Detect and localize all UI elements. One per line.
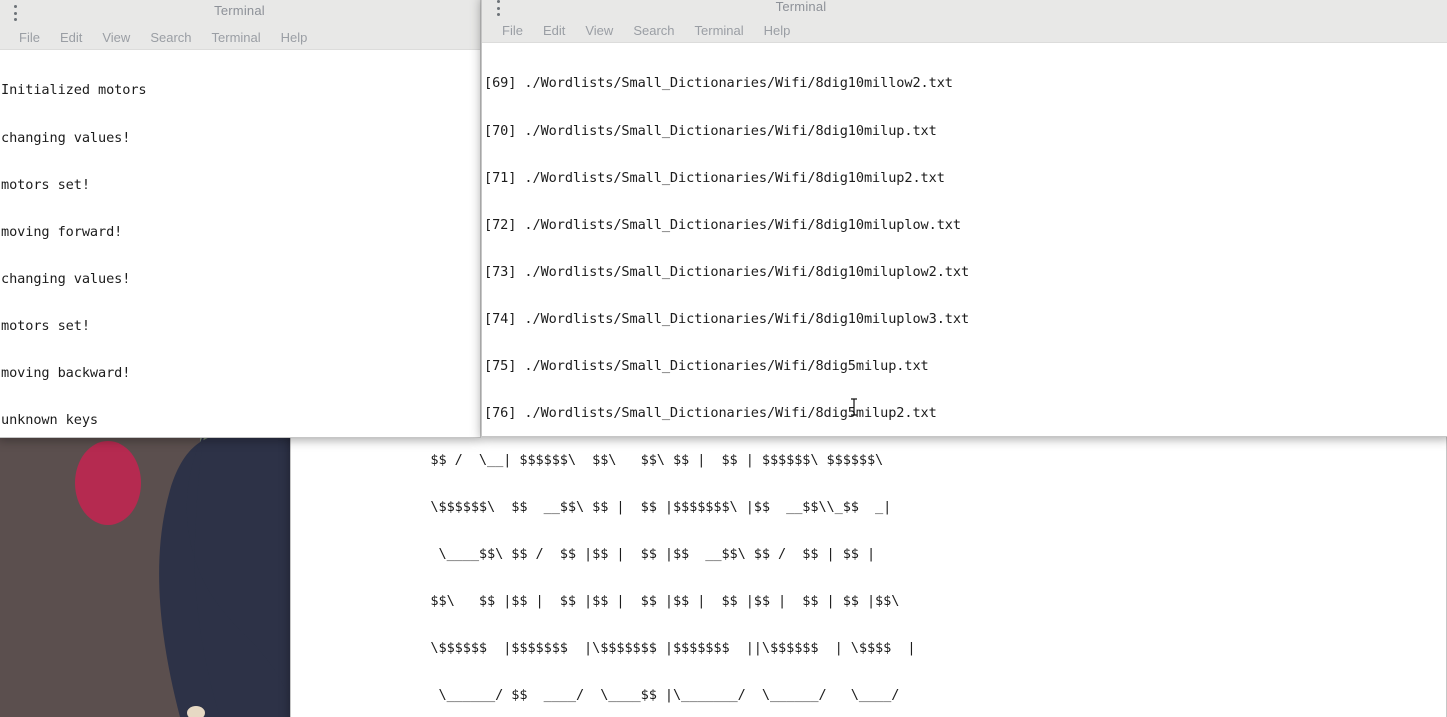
menu-kebab-icon[interactable] [13,5,17,21]
terminal-line: moving forward! [1,223,123,240]
terminal-window-wordlists[interactable]: Terminal File Edit View Search Terminal … [481,0,1447,437]
menu-item-terminal[interactable]: Terminal [685,19,754,42]
titlebar-wordlists[interactable]: Terminal [482,0,1447,19]
terminal-line: [71] ./Wordlists/Small_Dictionaries/Wifi… [484,169,945,186]
terminal-line: changing values! [1,129,131,146]
terminal-line: Initialized motors [1,82,147,99]
terminal-line: [70] ./Wordlists/Small_Dictionaries/Wifi… [484,122,937,139]
terminal-line: \$$$$$$\ $$ __$$\ $$ | $$ |$$$$$$$\ |$$ … [293,498,892,515]
terminal-line: \$$$$$$ |$$$$$$$ |\$$$$$$$ |$$$$$$$ ||\$… [293,639,916,656]
terminal-window-motors[interactable]: Terminal File Edit View Search Terminal … [0,0,481,438]
window-title-motors: Terminal [214,3,265,18]
terminal-line: moving backward! [1,364,131,381]
terminal-line: [76] ./Wordlists/Small_Dictionaries/Wifi… [484,405,937,422]
menubar-motors[interactable]: File Edit View Search Terminal Help [0,26,480,50]
terminal-line: motors set! [1,176,90,193]
terminal-line: unknown keys [1,412,99,429]
menu-item-terminal[interactable]: Terminal [202,26,271,49]
menu-item-search[interactable]: Search [140,26,201,49]
terminal-line: $$ / \__| $$$$$$\ $$\ $$\ $$ | $$ | $$$$… [293,451,884,468]
terminal-line: [69] ./Wordlists/Small_Dictionaries/Wifi… [484,75,953,92]
terminal-line: motors set! [1,317,90,334]
terminal-output-motors[interactable]: Initialized motors changing values! moto… [0,50,480,435]
menu-kebab-icon[interactable] [496,0,500,16]
menu-item-file[interactable]: File [9,26,50,49]
terminal-line: \____$$\ $$ / $$ |$$ | $$ |$$ __$$\ $$ /… [293,545,876,562]
terminal-line: [72] ./Wordlists/Small_Dictionaries/Wifi… [484,216,961,233]
menu-item-edit[interactable]: Edit [533,19,575,42]
window-title-wordlists: Terminal [775,0,827,14]
titlebar-motors[interactable]: Terminal [0,0,480,26]
menu-item-view[interactable]: View [92,26,140,49]
menu-item-help[interactable]: Help [271,26,318,49]
menu-item-edit[interactable]: Edit [50,26,92,49]
terminal-line: [75] ./Wordlists/Small_Dictionaries/Wifi… [484,357,929,374]
menu-item-search[interactable]: Search [623,19,684,42]
menubar-wordlists[interactable]: File Edit View Search Terminal Help [482,19,1447,43]
terminal-line: $$\ $$ |$$ | $$ |$$ | $$ |$$ | $$ |$$ | … [293,592,900,609]
desktop-screen: Terminal File Edit View Search Terminal … [0,0,1447,717]
menu-item-view[interactable]: View [575,19,623,42]
terminal-line: [74] ./Wordlists/Small_Dictionaries/Wifi… [484,310,970,327]
menu-item-file[interactable]: File [492,19,533,42]
terminal-line: \______/ $$ ____/ \____$$ |\_______/ \__… [293,687,900,704]
menu-item-help[interactable]: Help [754,19,801,42]
terminal-line: changing values! [1,270,131,287]
terminal-output-wordlists[interactable]: [69] ./Wordlists/Small_Dictionaries/Wifi… [482,43,1447,431]
terminal-line: [73] ./Wordlists/Small_Dictionaries/Wifi… [484,263,970,280]
